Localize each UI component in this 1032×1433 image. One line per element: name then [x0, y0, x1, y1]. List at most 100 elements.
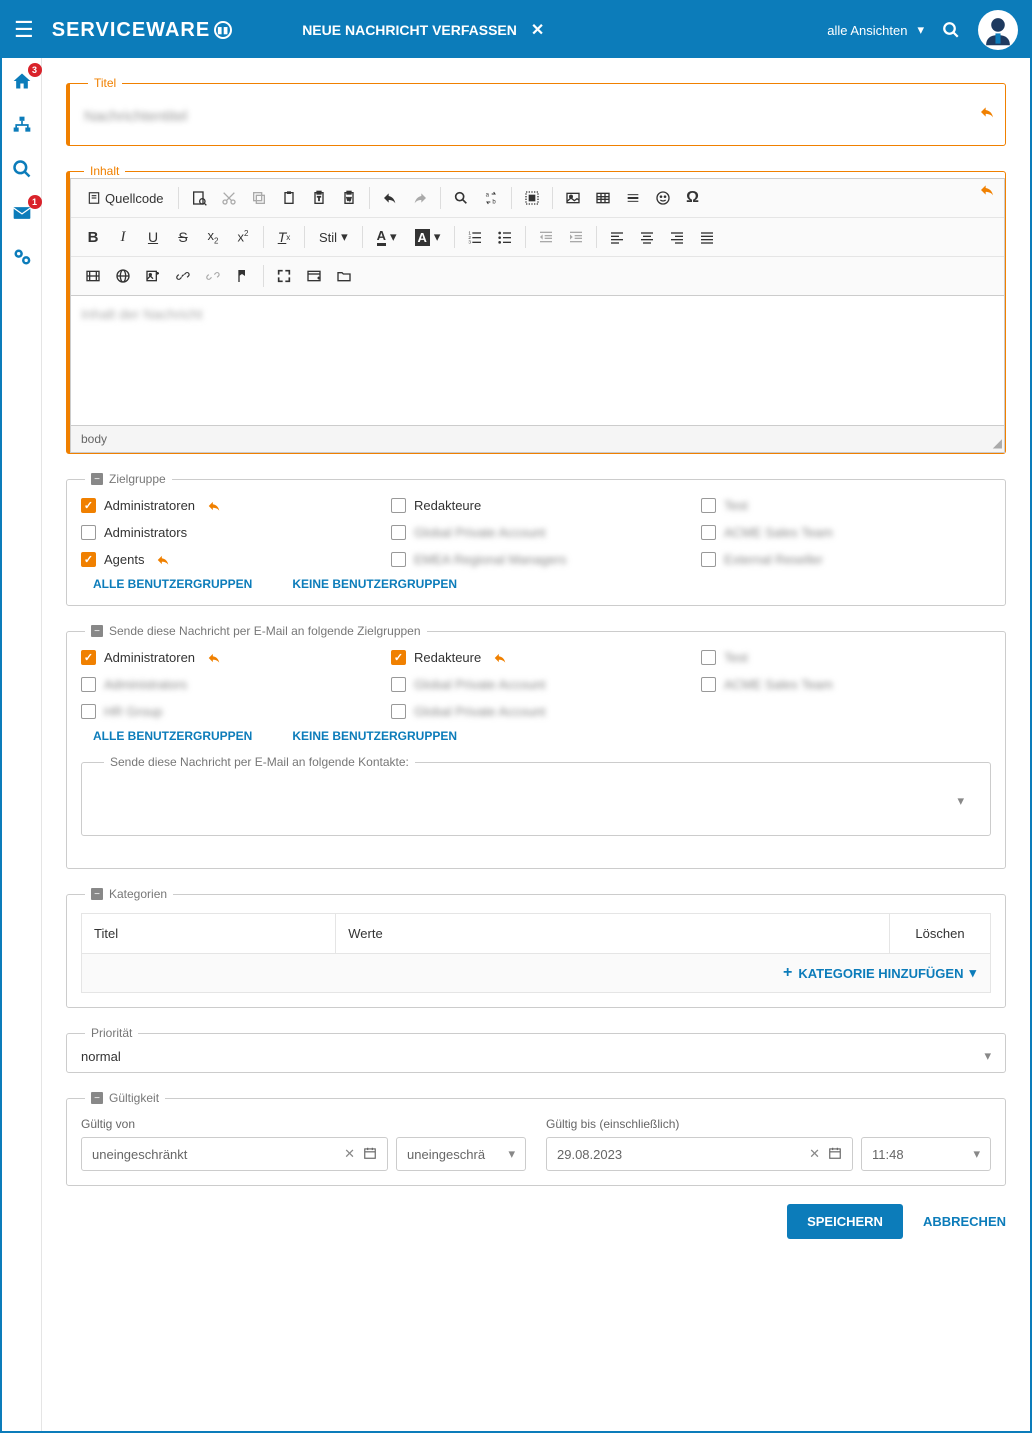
checkbox[interactable]: [81, 552, 96, 567]
valid-from-date-input[interactable]: uneingeschränkt ✕: [81, 1137, 388, 1171]
checkbox[interactable]: [81, 704, 96, 719]
checkbox[interactable]: [701, 650, 716, 665]
collapse-icon[interactable]: −: [91, 625, 103, 637]
find-icon[interactable]: [447, 185, 475, 211]
italic-icon[interactable]: I: [109, 224, 137, 250]
validity-legend[interactable]: −Gültigkeit: [85, 1091, 165, 1105]
collapse-icon[interactable]: −: [91, 473, 103, 485]
replace-icon[interactable]: ab: [477, 185, 505, 211]
views-dropdown[interactable]: alle Ansichten ▾: [827, 22, 924, 38]
undo-icon[interactable]: [376, 185, 404, 211]
folder-icon[interactable]: [330, 263, 358, 289]
sidebar-mail-icon[interactable]: 1: [11, 202, 33, 224]
table-icon[interactable]: [589, 185, 617, 211]
sidebar-home-icon[interactable]: 3: [11, 70, 33, 92]
preview-icon[interactable]: [185, 185, 213, 211]
copy-icon[interactable]: [245, 185, 273, 211]
reply-icon[interactable]: [156, 553, 170, 567]
checkbox[interactable]: [81, 525, 96, 540]
anchor-icon[interactable]: [229, 263, 257, 289]
checkbox[interactable]: [391, 650, 406, 665]
cancel-button[interactable]: ABBRECHEN: [923, 1214, 1006, 1229]
no-groups-link[interactable]: KEINE BENUTZERGRUPPEN: [292, 729, 457, 743]
checkbox[interactable]: [701, 677, 716, 692]
bgcolor-dropdown[interactable]: A ▾: [407, 229, 449, 246]
checkbox[interactable]: [391, 525, 406, 540]
subscript-icon[interactable]: x2: [199, 224, 227, 250]
removeformat-icon[interactable]: Tx: [270, 224, 298, 250]
avatar[interactable]: [978, 10, 1018, 50]
contacts-dropdown[interactable]: ▾: [96, 781, 976, 821]
textcolor-dropdown[interactable]: A ▾: [369, 228, 405, 246]
calendar-icon[interactable]: [363, 1146, 377, 1162]
collapse-icon[interactable]: −: [91, 1092, 103, 1104]
redo-icon[interactable]: [406, 185, 434, 211]
no-groups-link[interactable]: KEINE BENUTZERGRUPPEN: [292, 577, 457, 591]
checkbox[interactable]: [81, 650, 96, 665]
paste-icon[interactable]: [275, 185, 303, 211]
all-groups-link[interactable]: ALLE BENUTZERGRUPPEN: [93, 729, 252, 743]
valid-from-time-input[interactable]: uneingeschrä ▾: [396, 1137, 526, 1171]
calendar-icon[interactable]: [828, 1146, 842, 1162]
checkbox[interactable]: [391, 552, 406, 567]
outdent-icon[interactable]: [532, 224, 560, 250]
menu-icon[interactable]: ☰: [14, 17, 34, 43]
categories-legend[interactable]: −Kategorien: [85, 887, 173, 901]
checkbox[interactable]: [701, 525, 716, 540]
sidebar-org-icon[interactable]: [11, 114, 33, 136]
editor-textarea[interactable]: Inhalt der Nachricht: [70, 296, 1005, 426]
search-icon[interactable]: [942, 21, 960, 39]
cut-icon[interactable]: [215, 185, 243, 211]
paste-text-icon[interactable]: T: [305, 185, 333, 211]
reply-icon[interactable]: [207, 651, 221, 665]
maximize-icon[interactable]: [270, 263, 298, 289]
email-targets-legend[interactable]: −Sende diese Nachricht per E-Mail an fol…: [85, 624, 427, 638]
underline-icon[interactable]: U: [139, 224, 167, 250]
indent-icon[interactable]: [562, 224, 590, 250]
resize-handle-icon[interactable]: ◢: [993, 436, 1002, 450]
bullet-list-icon[interactable]: [491, 224, 519, 250]
priority-select[interactable]: normal ▾: [81, 1044, 991, 1068]
checkbox[interactable]: [701, 552, 716, 567]
checkbox[interactable]: [701, 498, 716, 513]
link-icon[interactable]: [169, 263, 197, 289]
collapse-icon[interactable]: −: [91, 888, 103, 900]
checkbox[interactable]: [81, 677, 96, 692]
close-icon[interactable]: ✕: [531, 20, 544, 40]
source-button[interactable]: Quellcode: [79, 191, 172, 206]
reply-icon[interactable]: [207, 499, 221, 513]
align-justify-icon[interactable]: [693, 224, 721, 250]
emoji-icon[interactable]: [649, 185, 677, 211]
numbered-list-icon[interactable]: 123: [461, 224, 489, 250]
valid-to-date-input[interactable]: 29.08.2023 ✕: [546, 1137, 853, 1171]
checkbox[interactable]: [391, 704, 406, 719]
superscript-icon[interactable]: x2: [229, 224, 257, 250]
paste-word-icon[interactable]: W: [335, 185, 363, 211]
clear-icon[interactable]: ✕: [809, 1146, 820, 1162]
clear-icon[interactable]: ✕: [344, 1146, 355, 1162]
image-icon[interactable]: [559, 185, 587, 211]
template-icon[interactable]: [300, 263, 328, 289]
valid-to-time-input[interactable]: 11:48 ▾: [861, 1137, 991, 1171]
selectall-icon[interactable]: [518, 185, 546, 211]
checkbox[interactable]: [391, 498, 406, 513]
sidebar-settings-icon[interactable]: [11, 246, 33, 268]
sidebar-search-icon[interactable]: [11, 158, 33, 180]
special-char-icon[interactable]: Ω: [679, 185, 707, 211]
globe-icon[interactable]: [109, 263, 137, 289]
checkbox[interactable]: [391, 677, 406, 692]
save-button[interactable]: SPEICHERN: [787, 1204, 903, 1239]
content-reply-icon[interactable]: [979, 182, 995, 198]
targetgroup-legend[interactable]: −Zielgruppe: [85, 472, 172, 486]
bold-icon[interactable]: B: [79, 224, 107, 250]
hr-icon[interactable]: [619, 185, 647, 211]
unlink-icon[interactable]: [199, 263, 227, 289]
image2-icon[interactable]: [139, 263, 167, 289]
align-center-icon[interactable]: [633, 224, 661, 250]
video-icon[interactable]: [79, 263, 107, 289]
title-input[interactable]: [84, 102, 991, 131]
style-dropdown[interactable]: Stil ▾: [311, 229, 356, 245]
align-right-icon[interactable]: [663, 224, 691, 250]
all-groups-link[interactable]: ALLE BENUTZERGRUPPEN: [93, 577, 252, 591]
reply-icon[interactable]: [493, 651, 507, 665]
